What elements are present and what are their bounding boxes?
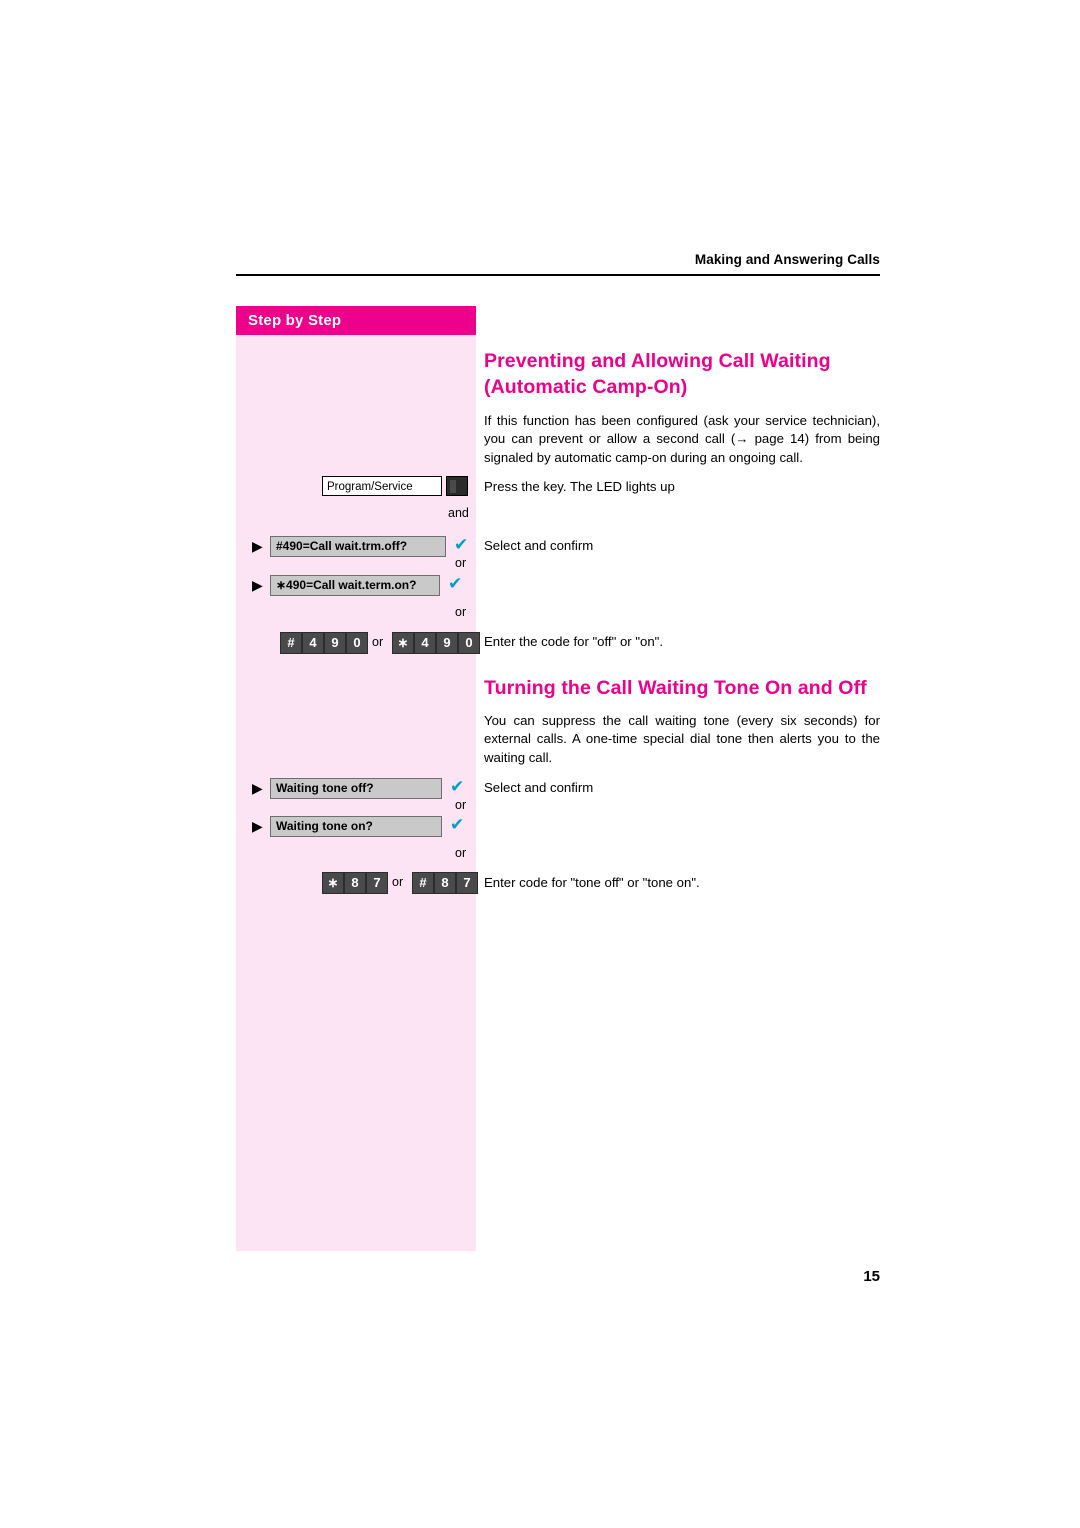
or-label-3: or [455, 798, 467, 812]
key-camp-g1-2[interactable]: 9 [324, 632, 346, 654]
key-tone-g1-1[interactable]: 8 [344, 872, 366, 894]
section-1-body: If this function has been configured (as… [484, 413, 880, 465]
key-tone-g2-1[interactable]: 8 [434, 872, 456, 894]
section-1-heading: Preventing and Allowing Call Waiting (Au… [484, 348, 884, 400]
key-camp-g2-1[interactable]: 4 [414, 632, 436, 654]
and-label-1: and [448, 506, 469, 520]
triangle-right-icon: ▶ [252, 818, 263, 834]
key-tone-g1-2[interactable]: 7 [366, 872, 388, 894]
section-2-body: You can suppress the call waiting tone (… [484, 713, 880, 765]
key-camp-g1-0[interactable]: # [280, 632, 302, 654]
display-text-tone-off: Waiting tone off? [270, 778, 442, 799]
key-tone-g1-0[interactable]: ∗ [322, 872, 344, 894]
key-camp-g1-1[interactable]: 4 [302, 632, 324, 654]
checkmark-icon-1: ✔ [454, 535, 469, 555]
display-option-camp-on[interactable]: ▶ ∗490=Call wait.term.on? ✔ [252, 574, 482, 596]
display-text-tone-on: Waiting tone on? [270, 816, 442, 837]
keypad-or-label-2: or [392, 875, 404, 889]
program-service-key[interactable]: Program/Service [322, 476, 442, 496]
display-option-tone-off[interactable]: ▶ Waiting tone off? ✔ [252, 777, 482, 799]
led-indicator-icon [446, 476, 468, 496]
or-label-4: or [455, 846, 467, 860]
checkmark-icon-3: ✔ [450, 777, 465, 797]
press-key-instruction: Press the key. The LED lights up [484, 479, 675, 494]
key-camp-g2-2[interactable]: 9 [436, 632, 458, 654]
key-tone-g2-2[interactable]: 7 [456, 872, 478, 894]
key-tone-g2-0[interactable]: # [412, 872, 434, 894]
running-head: Making and Answering Calls [694, 252, 880, 267]
keypad-or-label-1: or [372, 635, 384, 649]
triangle-right-icon: ▶ [252, 577, 263, 593]
key-camp-g1-3[interactable]: 0 [346, 632, 368, 654]
keypad-camp-codes[interactable]: # 4 9 0 or ∗ 4 9 0 [280, 632, 480, 654]
enter-tone-code-instruction: Enter code for "tone off" or "tone on". [484, 875, 700, 890]
select-confirm-1: Select and confirm [484, 538, 594, 553]
step-by-step-title: Step by Step [248, 312, 342, 329]
key-camp-g2-0[interactable]: ∗ [392, 632, 414, 654]
section-2-heading: Turning the Call Waiting Tone On and Off [484, 677, 867, 699]
display-text-camp-off: #490=Call wait.trm.off? [270, 536, 446, 557]
checkmark-icon-2: ✔ [448, 574, 463, 594]
checkmark-icon-4: ✔ [450, 815, 465, 835]
key-camp-g2-3[interactable]: 0 [458, 632, 480, 654]
header-rule [236, 274, 880, 276]
section-1-heading-line2: (Automatic Camp-On) [484, 376, 688, 398]
step-by-step-title-bar: Step by Step [236, 306, 476, 335]
enter-code-instruction: Enter the code for "off" or "on". [484, 634, 664, 649]
display-option-tone-on[interactable]: ▶ Waiting tone on? ✔ [252, 815, 482, 837]
display-option-camp-off[interactable]: ▶ #490=Call wait.trm.off? ✔ [252, 535, 482, 557]
page-number: 15 [863, 1268, 880, 1285]
select-confirm-2: Select and confirm [484, 780, 594, 795]
or-label-2: or [455, 605, 467, 619]
display-text-camp-on: ∗490=Call wait.term.on? [270, 575, 440, 596]
section-1-heading-line1: Preventing and Allowing Call Waiting [484, 350, 831, 372]
keypad-tone-codes[interactable]: ∗ 8 7 or # 8 7 [322, 872, 482, 894]
triangle-right-icon: ▶ [252, 780, 263, 796]
triangle-right-icon: ▶ [252, 538, 263, 554]
or-label-1: or [455, 556, 467, 570]
document-page: Making and Answering Calls Step by Step … [0, 0, 1080, 1528]
